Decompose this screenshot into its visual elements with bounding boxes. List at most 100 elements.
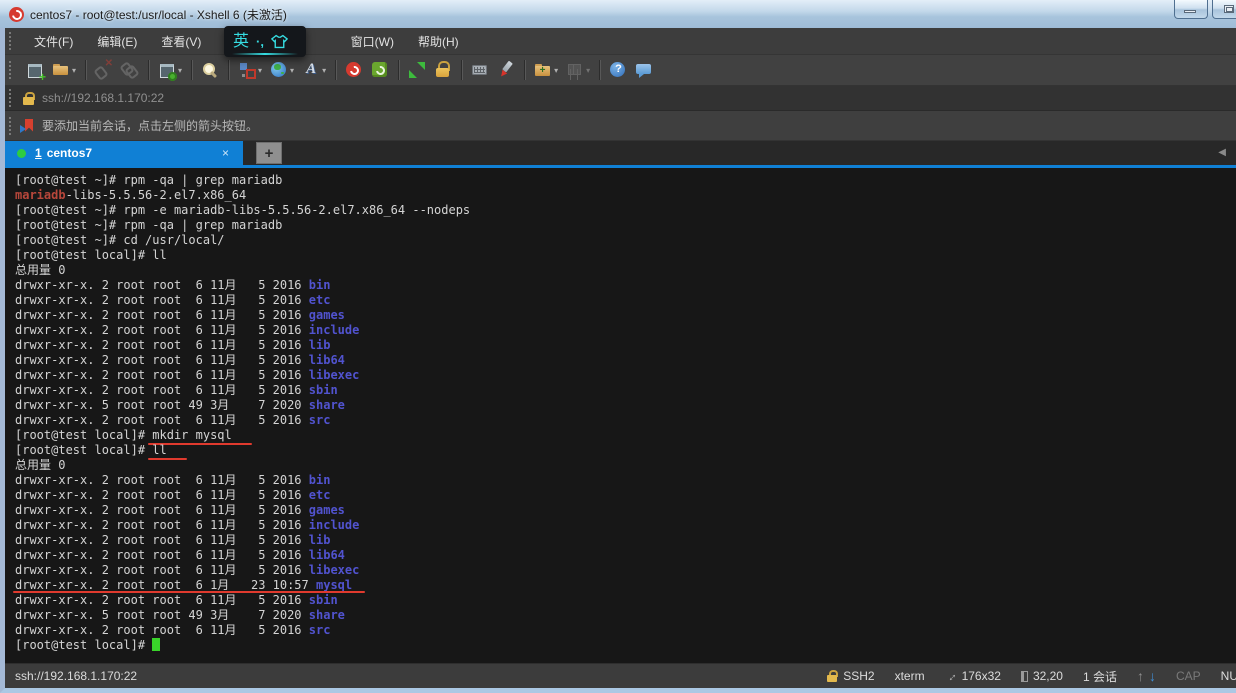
help-icon <box>609 61 627 79</box>
toolbar-separator <box>148 60 149 80</box>
highlight-pen-button[interactable] <box>494 59 518 81</box>
xshell-window: centos7 - root@test:/usr/local - Xshell … <box>0 0 1236 693</box>
maximize-icon <box>1224 5 1234 13</box>
terminal-type: xterm <box>895 669 925 683</box>
toolbar-separator <box>599 60 600 80</box>
tile-layout-icon <box>566 61 584 79</box>
xshell-logo-icon <box>345 61 363 79</box>
terminal-line: mariadb-libs-5.5.56-2.el7.x86_64 <box>15 188 1236 203</box>
fullscreen-icon <box>408 61 426 79</box>
terminal-line: drwxr-xr-x. 2 root root 6 11月 5 2016 bin <box>15 473 1236 488</box>
terminal-line: [root@test ~]# rpm -e mariadb-libs-5.5.5… <box>15 203 1236 218</box>
ime-skin-shirt-icon <box>271 34 288 49</box>
maximize-button[interactable] <box>1212 0 1236 19</box>
new-tab-button[interactable]: + <box>256 142 282 164</box>
terminal-line: drwxr-xr-x. 2 root root 6 11月 5 2016 lib… <box>15 368 1236 383</box>
address-url[interactable]: ssh://192.168.1.170:22 <box>42 91 164 105</box>
find-button[interactable] <box>198 59 222 81</box>
dropdown-caret-icon[interactable]: ▾ <box>554 66 558 75</box>
noticebar: 要添加当前会话，点击左侧的箭头按钮。 <box>5 111 1236 141</box>
terminal-line: drwxr-xr-x. 2 root root 6 11月 5 2016 lib… <box>15 548 1236 563</box>
notice-text: 要添加当前会话，点击左侧的箭头按钮。 <box>42 117 258 134</box>
lock-screen-button[interactable] <box>431 59 455 81</box>
toolbar-separator <box>398 60 399 80</box>
scroll-up-icon[interactable]: ↑ <box>1137 668 1144 684</box>
terminal-line: drwxr-xr-x. 2 root root 6 11月 5 2016 etc <box>15 488 1236 503</box>
dropdown-caret-icon[interactable]: ▾ <box>322 66 326 75</box>
resize-icon: ↔ <box>941 667 959 685</box>
dropdown-caret-icon[interactable]: ▾ <box>290 66 294 75</box>
terminal-line: drwxr-xr-x. 5 root root 49 3月 7 2020 sha… <box>15 608 1236 623</box>
help-button[interactable] <box>606 59 630 81</box>
encoding-globe-button[interactable]: ▾ <box>267 59 297 81</box>
terminal-line: drwxr-xr-x. 2 root root 6 11月 5 2016 bin <box>15 278 1236 293</box>
address-lock-icon <box>22 92 35 105</box>
session-count: 1 会话 <box>1083 668 1117 685</box>
new-session-button[interactable] <box>23 59 47 81</box>
font-icon <box>302 61 320 79</box>
xshell-app-icon <box>9 7 24 22</box>
dropdown-caret-icon[interactable]: ▾ <box>72 66 76 75</box>
terminal-line: [root@test ~]# cd /usr/local/ <box>15 233 1236 248</box>
tab-number: 1 <box>35 146 42 160</box>
titlebar[interactable]: centos7 - root@test:/usr/local - Xshell … <box>0 0 1236 28</box>
terminal-line: [root@test local]# ll <box>15 443 1236 458</box>
compose-button[interactable]: ▾ <box>235 59 265 81</box>
ssh-lock-icon <box>826 670 838 682</box>
feedback-button[interactable] <box>632 59 656 81</box>
fullscreen-button[interactable] <box>405 59 429 81</box>
new-folder-button[interactable]: ▾ <box>531 59 561 81</box>
terminal-line: drwxr-xr-x. 2 root root 6 11月 5 2016 src <box>15 623 1236 638</box>
terminal-line: drwxr-xr-x. 2 root root 6 11月 5 2016 gam… <box>15 308 1236 323</box>
menubar-gripper[interactable] <box>9 32 14 50</box>
terminal-line: [root@test local]# <box>15 638 1236 653</box>
terminal-line: [root@test local]# ll <box>15 248 1236 263</box>
virtual-keyboard-button[interactable] <box>468 59 492 81</box>
xshell-logo-button[interactable] <box>342 59 366 81</box>
terminal-line: drwxr-xr-x. 2 root root 6 11月 5 2016 gam… <box>15 503 1236 518</box>
dropdown-caret-icon[interactable]: ▾ <box>178 66 182 75</box>
scroll-down-icon[interactable]: ↓ <box>1149 668 1156 684</box>
terminal-line: drwxr-xr-x. 5 root root 49 3月 7 2020 sha… <box>15 398 1236 413</box>
noticebar-gripper[interactable] <box>9 117 14 135</box>
tab-scroll-left-icon[interactable]: ◀ <box>1218 147 1226 158</box>
terminal-line: drwxr-xr-x. 2 root root 6 11月 5 2016 lib <box>15 338 1236 353</box>
open-session-icon <box>52 61 70 79</box>
open-session-button[interactable]: ▾ <box>49 59 79 81</box>
menu-item-1[interactable]: 文件(F) <box>22 29 85 54</box>
terminal-line: drwxr-xr-x. 2 root root 6 11月 5 2016 lib… <box>15 563 1236 578</box>
font-button[interactable]: ▾ <box>299 59 329 81</box>
tab-centos7[interactable]: 1 centos7 × <box>5 141 243 165</box>
compose-icon <box>238 61 256 79</box>
tab-close-icon[interactable]: × <box>218 146 233 160</box>
session-properties-button[interactable]: ▾ <box>155 59 185 81</box>
terminal-line-annotated: drwxr-xr-x. 2 root root 6 1月 23 10:57 my… <box>15 578 1236 593</box>
menu-item-3[interactable]: 查看(V) <box>149 29 213 54</box>
menu-item-6[interactable]: 帮助(H) <box>406 29 471 54</box>
add-session-flag-icon[interactable] <box>22 119 34 133</box>
terminal-line: drwxr-xr-x. 2 root root 6 11月 5 2016 src <box>15 413 1236 428</box>
xftp-icon <box>371 61 389 79</box>
minimize-button[interactable] <box>1174 0 1208 19</box>
window-title: centos7 - root@test:/usr/local - Xshell … <box>30 6 287 23</box>
find-icon <box>201 61 219 79</box>
menu-item-2[interactable]: 编辑(E) <box>85 29 149 54</box>
new-folder-icon <box>534 61 552 79</box>
window-body: 文件(F)编辑(E)查看(V)工具(T)窗口(W)帮助(H) ▾ ▾ ▾ ▾ ▾ ▾ ▾ s… <box>0 28 1236 693</box>
menubar: 文件(F)编辑(E)查看(V)工具(T)窗口(W)帮助(H) <box>5 28 1236 55</box>
terminal-line: 总用量 0 <box>15 263 1236 278</box>
terminal-line: 总用量 0 <box>15 458 1236 473</box>
ime-mode-label: 英 <box>233 34 249 50</box>
terminal-line: [root@test ~]# rpm -qa | grep mariadb <box>15 218 1236 233</box>
dropdown-caret-icon[interactable]: ▾ <box>586 66 590 75</box>
menu-item-5[interactable]: 窗口(W) <box>339 29 406 54</box>
terminal-output[interactable]: [root@test ~]# rpm -qa | grep mariadb mar… <box>5 168 1236 663</box>
new-session-icon <box>26 61 44 79</box>
statusbar: ssh://192.168.1.170:22 SSH2 xterm ↔ 176x… <box>5 663 1236 688</box>
session-properties-icon <box>158 61 176 79</box>
terminal-line: drwxr-xr-x. 2 root root 6 11月 5 2016 sbi… <box>15 383 1236 398</box>
dropdown-caret-icon[interactable]: ▾ <box>258 66 262 75</box>
toolbar-gripper[interactable] <box>9 61 14 79</box>
addressbar-gripper[interactable] <box>9 89 14 107</box>
xftp-button[interactable] <box>368 59 392 81</box>
